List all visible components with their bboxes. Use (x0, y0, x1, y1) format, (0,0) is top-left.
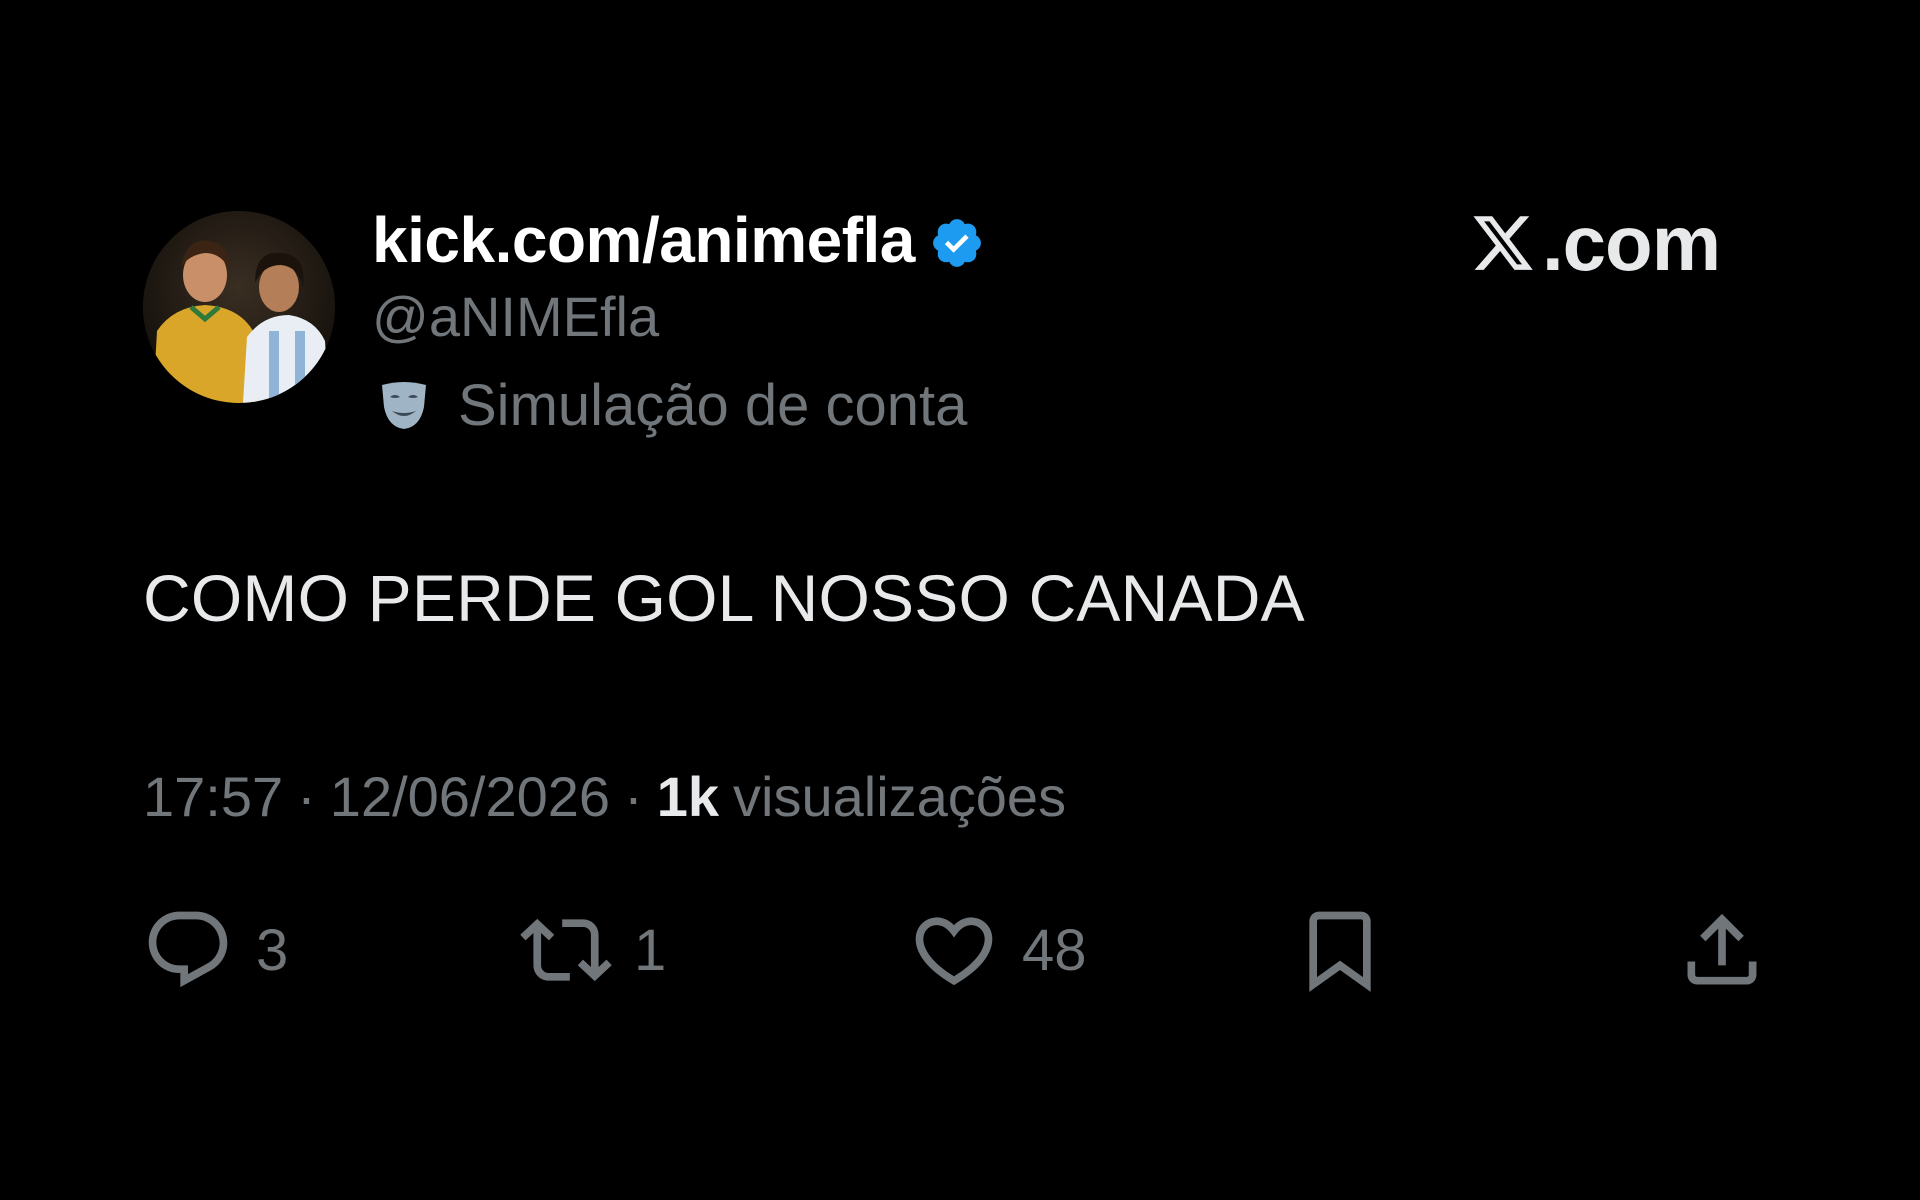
display-name[interactable]: kick.com/animefla (372, 203, 915, 277)
bookmark-button[interactable] (1294, 900, 1386, 1000)
brand-logo: .com (1470, 198, 1721, 288)
share-icon (1687, 913, 1757, 985)
handle[interactable]: @aNIMEfla (372, 284, 659, 349)
repost-icon (520, 918, 612, 982)
x-logo-icon (1473, 216, 1533, 270)
account-label-row: Simulação de conta (376, 370, 967, 440)
meta-separator: · (297, 765, 316, 828)
tweet-meta: 17:57 · 12/06/2026 · 1k visualizações (143, 764, 1066, 829)
reply-count: 3 (256, 917, 289, 983)
views-count: 1k (656, 765, 720, 828)
meta-separator: · (624, 765, 643, 828)
tweet-card: kick.com/animefla @aNIMEfla Simulação de… (0, 0, 1920, 1200)
tweet-text: COMO PERDE GOL NOSSO CANADA (143, 561, 1305, 635)
action-bar: 3 1 48 (0, 900, 1920, 1000)
tweet-date[interactable]: 12/06/2026 (330, 764, 610, 829)
like-count: 48 (1022, 917, 1087, 983)
views-label: visualizações (733, 765, 1067, 828)
heart-icon (915, 917, 993, 986)
like-button[interactable]: 48 (908, 900, 1087, 1000)
performing-arts-mask-icon (382, 382, 426, 429)
account-label: Simulação de conta (458, 372, 968, 438)
avatar[interactable] (143, 211, 335, 403)
repost-button[interactable]: 1 (520, 900, 666, 1000)
reply-button[interactable]: 3 (142, 900, 288, 1000)
verified-badge-icon[interactable] (929, 215, 985, 271)
repost-count: 1 (634, 917, 667, 983)
tweet-time[interactable]: 17:57 (143, 764, 283, 829)
bookmark-icon (1309, 911, 1371, 992)
brand-text: .com (1542, 198, 1721, 287)
display-name-row: kick.com/animefla (372, 203, 985, 277)
reply-icon (148, 911, 228, 988)
avatar-image (143, 211, 335, 403)
share-button[interactable] (1676, 900, 1768, 1000)
